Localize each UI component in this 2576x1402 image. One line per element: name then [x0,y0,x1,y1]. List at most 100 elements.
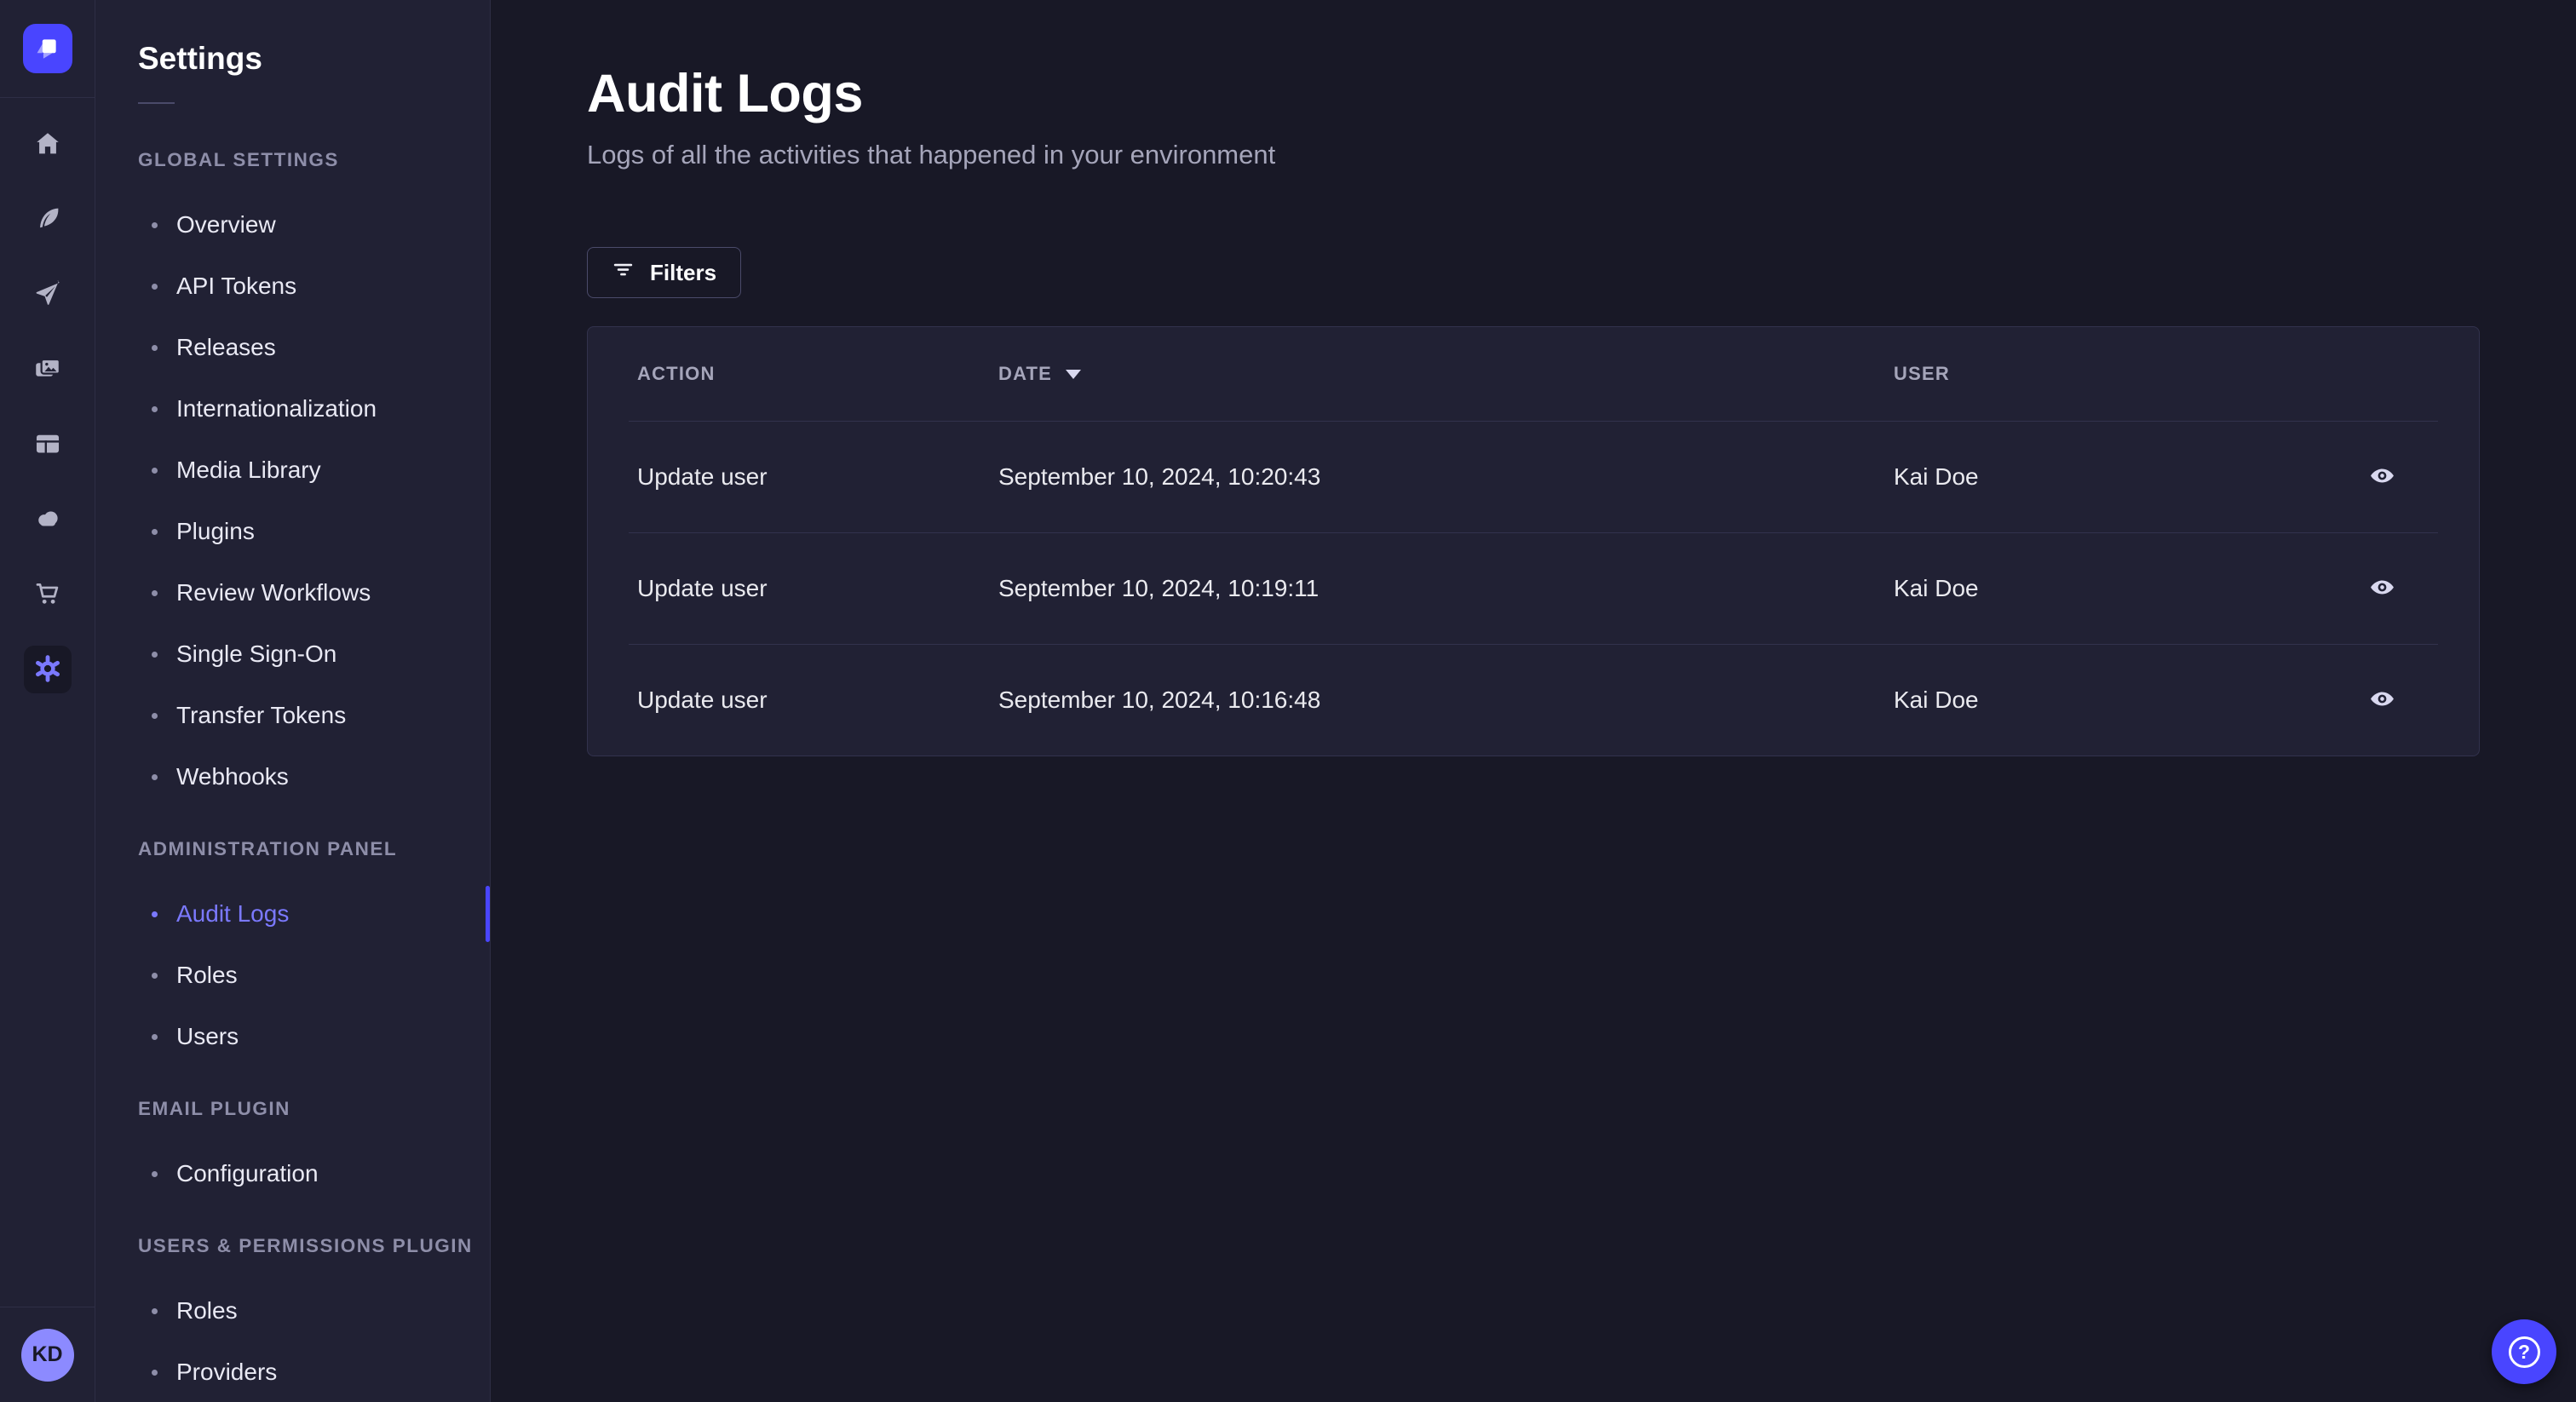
table-row[interactable]: Update user September 10, 2024, 10:16:48… [588,645,2479,756]
settings-gear-icon [33,654,62,686]
rail-item-media-library[interactable] [24,346,72,394]
column-header-action: ACTION [637,363,716,384]
subnav-sections: GLOBAL SETTINGS Overview API Tokens Rele… [95,147,490,1402]
column-header-date[interactable]: DATE [998,363,1894,385]
section-label: GLOBAL SETTINGS [138,149,339,170]
section-label: EMAIL PLUGIN [138,1098,290,1119]
sort-caret-down-icon [1066,369,1082,379]
strapi-logo[interactable] [22,24,72,73]
sidebar-item-media-library[interactable]: Media Library [95,440,490,501]
cell-user: Kai Doe [1894,575,1979,601]
bullet-icon [152,972,158,979]
sidebar-item-audit-logs[interactable]: Audit Logs [95,883,490,945]
logo-area [0,0,95,98]
sidebar-item-internationalization[interactable]: Internationalization [95,378,490,440]
sidebar-item-email-configuration[interactable]: Configuration [95,1143,490,1204]
cell-user: Kai Doe [1894,463,1979,490]
bullet-icon [152,589,158,596]
bullet-icon [152,467,158,474]
audit-logs-table: ACTION DATE USER Update user September 1… [587,326,2480,756]
bullet-icon [152,712,158,719]
rail-item-home[interactable] [24,121,72,169]
table-header-row: ACTION DATE USER [588,327,2479,421]
help-button[interactable]: ? [2492,1319,2556,1384]
shopping-cart-icon [33,579,62,611]
rail-item-content-type-builder[interactable] [24,271,72,319]
sidebar-item-admin-users[interactable]: Users [95,1006,490,1067]
main-nav-rail: KD [0,0,95,1402]
cell-action: Update user [637,687,768,713]
sidebar-item-plugins[interactable]: Plugins [95,501,490,562]
rail-icon-nav [23,98,72,1307]
table-row[interactable]: Update user September 10, 2024, 10:19:11… [588,533,2479,644]
table-row[interactable]: Update user September 10, 2024, 10:20:43… [588,422,2479,532]
bullet-icon [152,773,158,780]
bullet-icon [152,651,158,658]
section-email-plugin: EMAIL PLUGIN Configuration [95,1096,490,1204]
cell-action: Update user [637,463,768,490]
rail-user-area: KD [0,1307,95,1402]
eye-icon [2369,686,2395,715]
sidebar-item-up-providers[interactable]: Providers [95,1342,490,1402]
bullet-icon [152,1170,158,1177]
home-icon [33,129,62,161]
sidebar-item-review-workflows[interactable]: Review Workflows [95,562,490,623]
page-title: Audit Logs [587,64,863,124]
section-administration-panel: ADMINISTRATION PANEL Audit Logs Roles Us… [95,836,490,1067]
images-icon [33,354,62,386]
section-users-permissions-plugin: USERS & PERMISSIONS PLUGIN Roles Provide… [95,1233,490,1402]
subnav-title: Settings [138,41,262,76]
layout-panels-icon [33,429,62,461]
subnav-header: Settings [95,0,490,104]
bullet-icon [152,1369,158,1376]
sidebar-item-transfer-tokens[interactable]: Transfer Tokens [95,685,490,746]
rail-item-content-manager[interactable] [24,196,72,244]
sidebar-item-admin-roles[interactable]: Roles [95,945,490,1006]
bullet-icon [152,911,158,917]
section-label: ADMINISTRATION PANEL [138,838,398,859]
cell-user: Kai Doe [1894,687,1979,713]
sidebar-item-single-sign-on[interactable]: Single Sign-On [95,623,490,685]
sidebar-item-overview[interactable]: Overview [95,194,490,256]
sidebar-item-webhooks[interactable]: Webhooks [95,746,490,807]
eye-icon [2369,574,2395,603]
section-global-settings: GLOBAL SETTINGS Overview API Tokens Rele… [95,147,490,807]
column-header-date-label: DATE [998,363,1053,384]
bullet-icon [152,405,158,412]
user-avatar[interactable]: KD [20,1328,74,1382]
bullet-icon [152,1033,158,1040]
avatar-initials: KD [32,1342,63,1366]
paper-plane-icon [33,279,62,311]
bullet-icon [152,221,158,228]
rail-item-layout[interactable] [24,421,72,468]
filters-button-label: Filters [650,259,717,285]
subnav-title-divider [138,102,175,104]
bullet-icon [152,283,158,290]
cell-date: September 10, 2024, 10:16:48 [998,687,1321,713]
sidebar-item-api-tokens[interactable]: API Tokens [95,256,490,317]
view-details-button[interactable] [2363,457,2402,497]
cell-date: September 10, 2024, 10:20:43 [998,463,1321,490]
bullet-icon [152,344,158,351]
page-subtitle: Logs of all the activities that happened… [587,140,1276,170]
feather-icon [33,204,62,236]
cloud-icon [33,504,62,536]
rail-item-marketplace[interactable] [24,571,72,618]
view-details-button[interactable] [2363,681,2402,720]
cell-action: Update user [637,575,768,601]
rail-item-cloud[interactable] [24,496,72,543]
column-header-user: USER [1894,363,1950,384]
section-label: USERS & PERMISSIONS PLUGIN [138,1235,473,1256]
question-mark-icon: ? [2508,1336,2540,1368]
rail-item-settings[interactable] [23,646,72,693]
sidebar-item-up-roles[interactable]: Roles [95,1280,490,1342]
main-content: Audit Logs Logs of all the activities th… [491,0,2576,1402]
filter-icon [612,258,635,287]
strapi-logo-icon [33,33,62,65]
bullet-icon [152,1307,158,1314]
cell-date: September 10, 2024, 10:19:11 [998,575,1320,601]
bullet-icon [152,528,158,535]
sidebar-item-releases[interactable]: Releases [95,317,490,378]
view-details-button[interactable] [2363,569,2402,608]
filters-button[interactable]: Filters [587,247,742,298]
